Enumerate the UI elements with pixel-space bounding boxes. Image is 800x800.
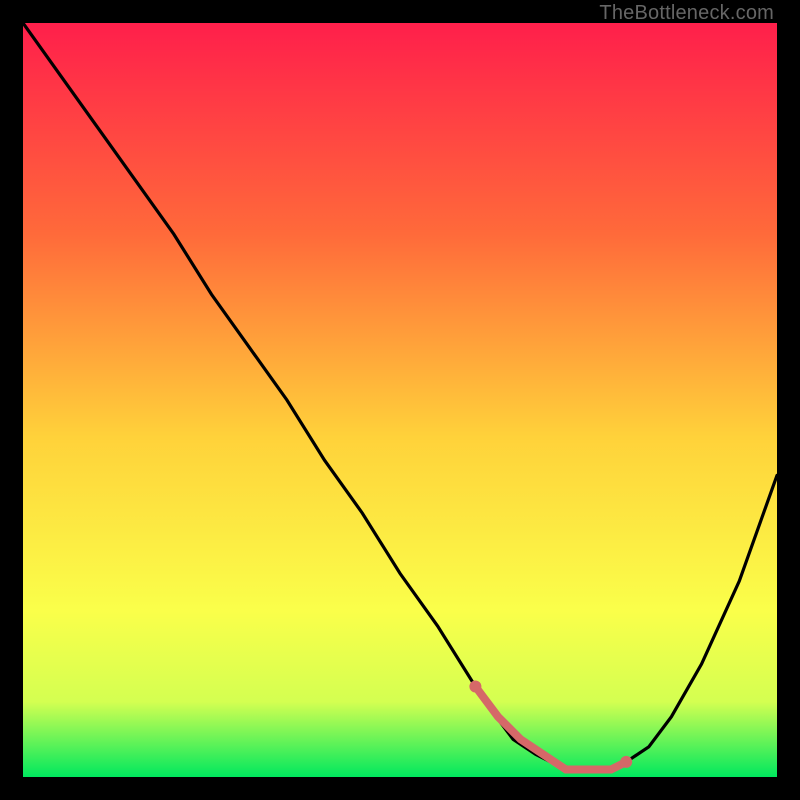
gradient-background	[23, 23, 777, 777]
highlight-point	[469, 681, 481, 693]
bottleneck-chart	[23, 23, 777, 777]
watermark-text: TheBottleneck.com	[599, 2, 774, 25]
chart-frame	[23, 23, 777, 777]
highlight-point	[620, 756, 632, 768]
